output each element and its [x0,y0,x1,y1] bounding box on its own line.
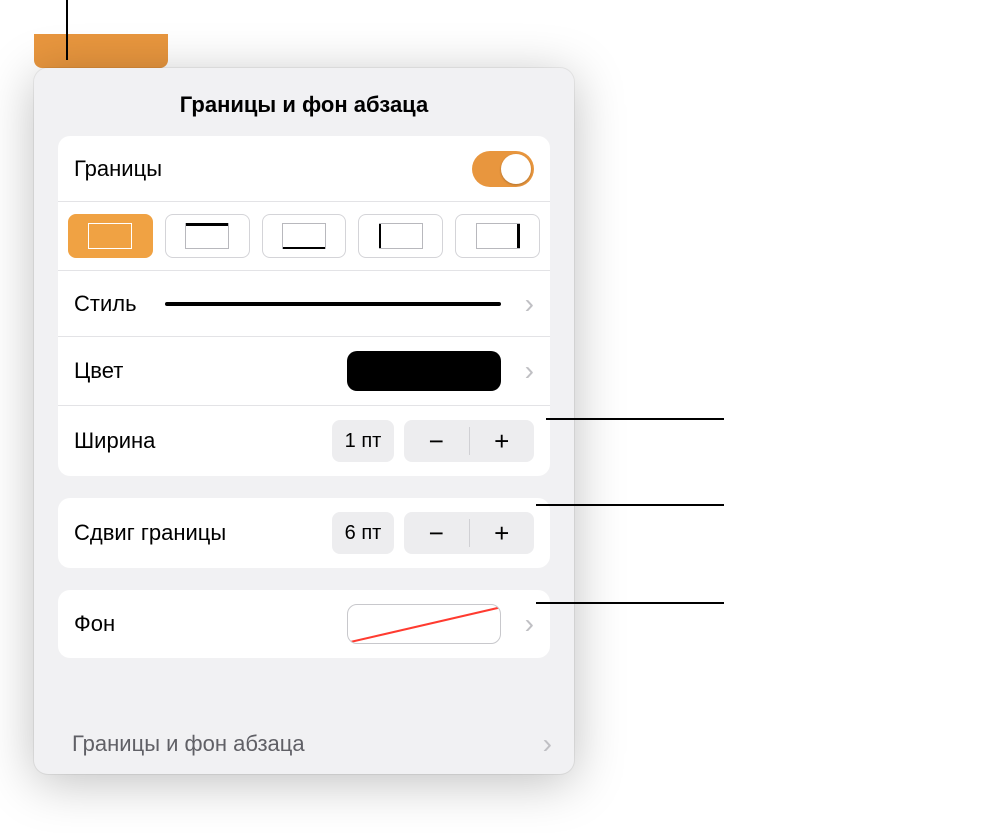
offset-stepper: − + [404,512,534,554]
width-minus-button[interactable]: − [404,420,469,462]
card-offset: Сдвиг границы 6 пт − + [58,498,550,568]
row-color[interactable]: Цвет › [58,337,550,406]
border-right-icon [476,223,520,249]
offset-minus-button[interactable]: − [404,512,469,554]
width-plus-button[interactable]: + [470,420,535,462]
border-all-icon [88,223,132,249]
card-background: Фон › [58,590,550,658]
border-position-all[interactable] [68,214,153,258]
width-stepper: − + [404,420,534,462]
style-label: Стиль [74,291,137,317]
border-position-bottom[interactable] [262,214,347,258]
width-value[interactable]: 1 пт [332,420,394,462]
chevron-right-icon: › [525,610,534,638]
border-position-left[interactable] [358,214,443,258]
chevron-right-icon: › [525,290,534,318]
callout-line [536,602,724,604]
row-background[interactable]: Фон › [58,590,550,658]
border-top-icon [185,223,229,249]
callout-line [536,504,724,506]
row-style[interactable]: Стиль › [58,271,550,337]
color-label: Цвет [74,358,123,384]
background-swatch-none[interactable] [347,604,501,644]
row-borders-and-background-link[interactable]: Границы и фон абзаца › [58,720,566,768]
border-position-top[interactable] [165,214,250,258]
chevron-right-icon: › [543,730,552,758]
row-border-position [58,202,550,271]
offset-label: Сдвиг границы [74,520,226,546]
line-style-preview [165,302,501,306]
row-borders-toggle: Границы [58,136,550,202]
color-swatch[interactable] [347,351,501,391]
row-offset: Сдвиг границы 6 пт − + [58,498,550,568]
chevron-right-icon: › [525,357,534,385]
border-position-right[interactable] [455,214,540,258]
border-left-icon [379,223,423,249]
row-width: Ширина 1 пт − + [58,406,550,476]
background-label: Фон [74,611,115,637]
borders-label: Границы [74,156,162,182]
offset-plus-button[interactable]: + [470,512,535,554]
callout-line [546,418,724,420]
parent-tab-peek [34,34,168,68]
toggle-knob [501,154,531,184]
borders-toggle[interactable] [472,151,534,187]
width-label: Ширина [74,428,155,454]
border-bottom-icon [282,223,326,249]
offset-value[interactable]: 6 пт [332,512,394,554]
callout-line [66,0,68,60]
card-borders: Границы Стиль [58,136,550,476]
borders-background-popover: Границы и фон абзаца Границы [34,68,574,774]
bottom-link-label: Границы и фон абзаца [72,731,305,757]
popover-title: Границы и фон абзаца [34,68,574,136]
